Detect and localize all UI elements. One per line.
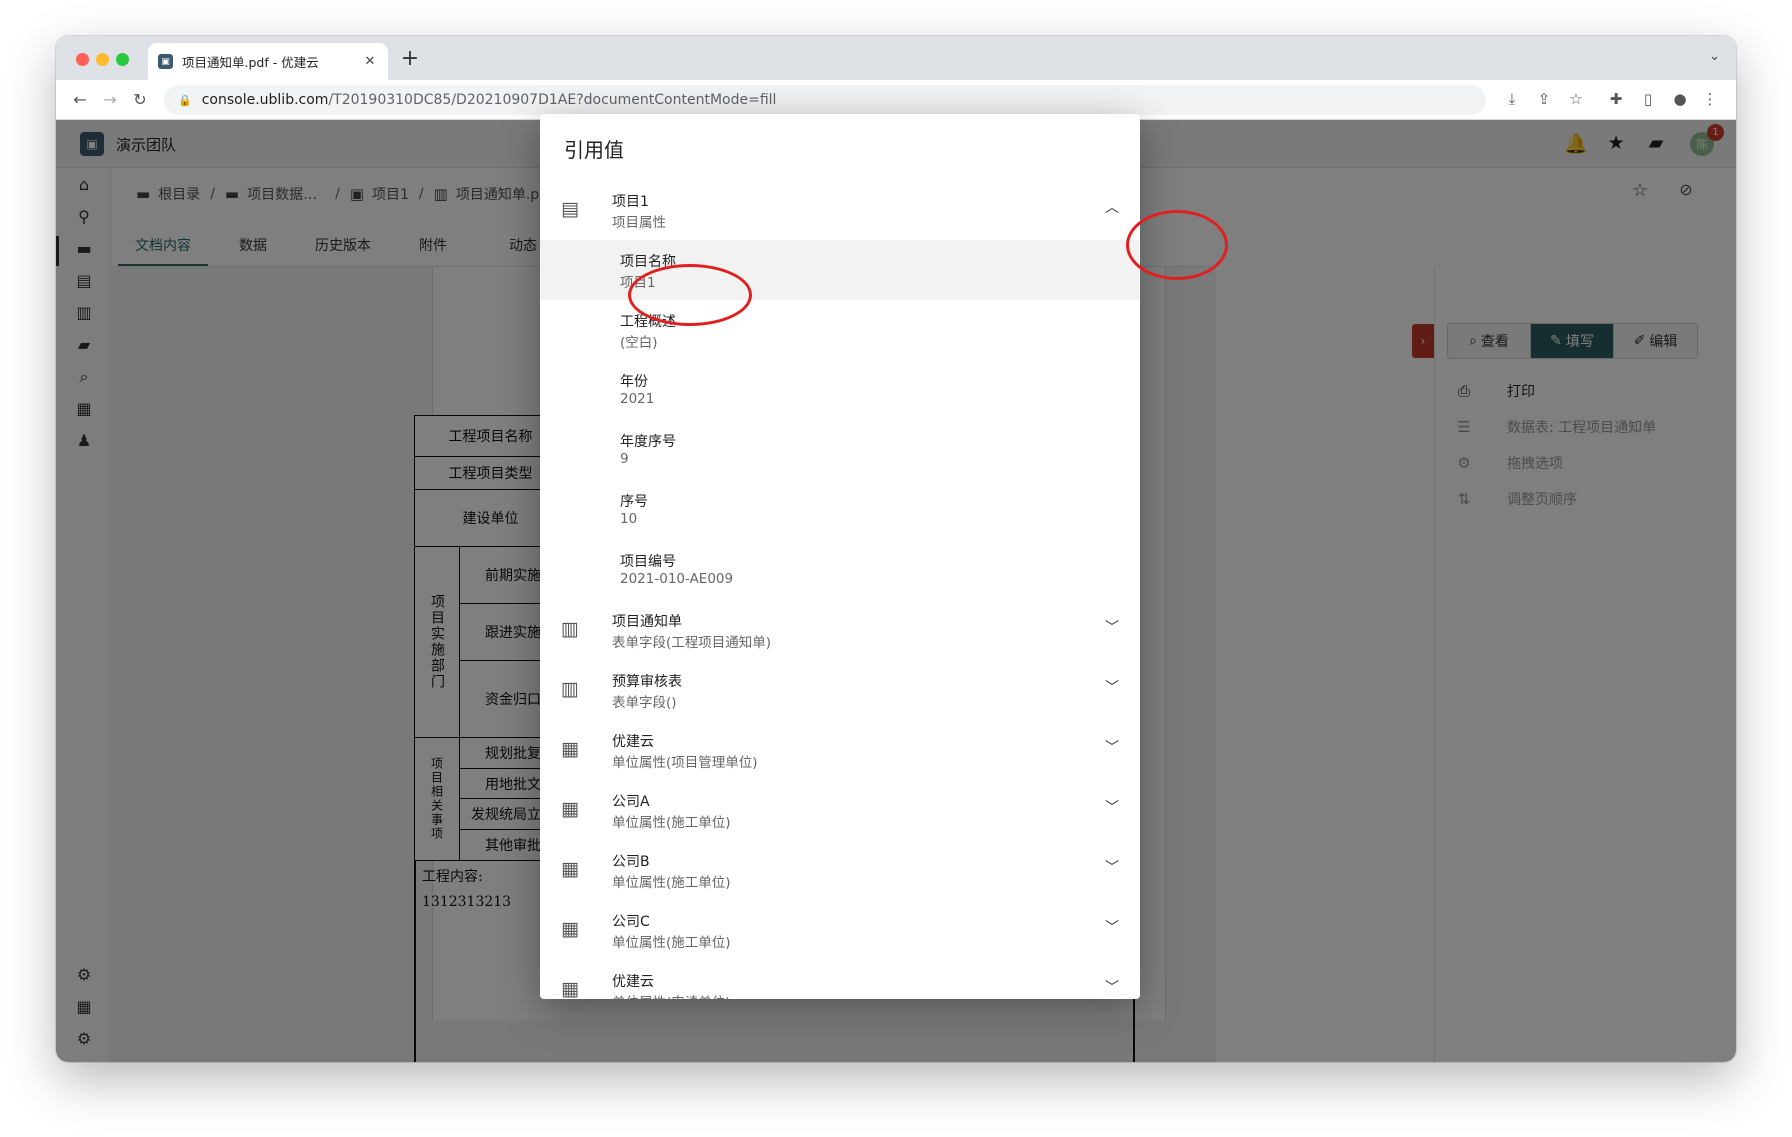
annotation-circle-chevron xyxy=(1126,210,1228,280)
side-panel-icon[interactable]: ▯ xyxy=(1638,90,1658,108)
maximize-window-button[interactable] xyxy=(116,53,129,66)
tab-title: 项目通知单.pdf - 优建云 xyxy=(182,55,319,70)
group-header[interactable]: ▦ 公司C 单位属性(施工单位) ﹀ xyxy=(540,900,1140,960)
address-bar[interactable]: 🔒 console.ublib.com/T20190310DC85/D20210… xyxy=(164,85,1486,115)
building-icon: ▦ xyxy=(561,978,579,999)
group-header-project[interactable]: ▤ 项目1 项目属性 ︿ xyxy=(540,180,1140,240)
list-item[interactable]: 工程概述 (空白) xyxy=(540,300,1140,360)
building-icon: ▦ xyxy=(561,858,579,880)
back-icon[interactable]: ← xyxy=(70,90,90,109)
chevron-down-icon[interactable]: ﹀ xyxy=(1100,977,1124,999)
group-header[interactable]: ▦ 优建云 单位属性(申请单位) ﹀ xyxy=(540,960,1140,999)
reload-icon[interactable]: ↻ xyxy=(130,90,150,109)
browser-tab[interactable]: ▣ 项目通知单.pdf - 优建云 ✕ xyxy=(148,43,388,80)
document-icon: ▥ xyxy=(561,678,579,700)
browser-tab-bar: ▣ 项目通知单.pdf - 优建云 ✕ + ⌄ xyxy=(56,36,1736,80)
install-app-icon[interactable]: ⤓ xyxy=(1502,90,1522,108)
list-item[interactable]: 序号 10 xyxy=(540,480,1140,540)
list-item[interactable]: 项目编号 2021-010-AE009 xyxy=(540,540,1140,600)
close-window-button[interactable] xyxy=(76,53,89,66)
close-icon[interactable]: ✕ xyxy=(362,54,378,69)
group-header[interactable]: ▥ 项目通知单 表单字段(工程项目通知单) ﹀ xyxy=(540,600,1140,660)
building-icon: ▦ xyxy=(561,918,579,940)
group-header[interactable]: ▦ 公司A 单位属性(施工单位) ﹀ xyxy=(540,780,1140,840)
lock-icon: 🔒 xyxy=(178,93,192,107)
more-menu-icon[interactable]: ⋮ xyxy=(1700,90,1720,108)
forward-icon[interactable]: → xyxy=(100,90,120,109)
building-icon: ▦ xyxy=(561,738,579,760)
url-path: /T20190310DC85/D20210907D1AE?documentCon… xyxy=(328,92,777,108)
chevron-down-icon[interactable]: ﹀ xyxy=(1100,797,1124,821)
chevron-up-icon[interactable]: ︿ xyxy=(1100,197,1124,221)
chevron-down-icon[interactable]: ﹀ xyxy=(1100,857,1124,881)
chevron-down-icon[interactable]: ﹀ xyxy=(1100,737,1124,761)
url-host: console.ublib.com xyxy=(201,92,329,108)
chevron-down-icon[interactable]: ⌄ xyxy=(1709,49,1720,64)
chevron-down-icon[interactable]: ﹀ xyxy=(1100,917,1124,941)
dialog-title: 引用值 xyxy=(564,138,624,162)
document-icon: ▥ xyxy=(561,618,579,640)
group-header[interactable]: ▦ 优建云 单位属性(项目管理单位) ﹀ xyxy=(540,720,1140,780)
building-icon: ▦ xyxy=(561,798,579,820)
new-tab-button[interactable]: + xyxy=(398,46,422,71)
chevron-down-icon[interactable]: ﹀ xyxy=(1100,677,1124,701)
group-header[interactable]: ▦ 公司B 单位属性(施工单位) ﹀ xyxy=(540,840,1140,900)
extensions-icon[interactable]: ✚ xyxy=(1606,90,1626,108)
share-icon[interactable]: ⇪ xyxy=(1534,90,1554,108)
clipboard-icon: ▤ xyxy=(561,198,579,220)
bookmark-star-icon[interactable]: ☆ xyxy=(1566,90,1586,108)
profile-icon[interactable]: ● xyxy=(1670,90,1690,108)
reference-value-dialog: 引用值 ▤ 项目1 项目属性 ︿ 项目名称 项目1 工程概述 (空白) 年份 2… xyxy=(540,114,1140,999)
minimize-window-button[interactable] xyxy=(96,53,109,66)
annotation-circle-item xyxy=(628,264,752,326)
list-item[interactable]: 年份 2021 xyxy=(540,360,1140,420)
group-header[interactable]: ▥ 预算审核表 表单字段() ﹀ xyxy=(540,660,1140,720)
app-logo-icon: ▣ xyxy=(158,54,173,69)
list-item[interactable]: 年度序号 9 xyxy=(540,420,1140,480)
chevron-down-icon[interactable]: ﹀ xyxy=(1100,617,1124,641)
